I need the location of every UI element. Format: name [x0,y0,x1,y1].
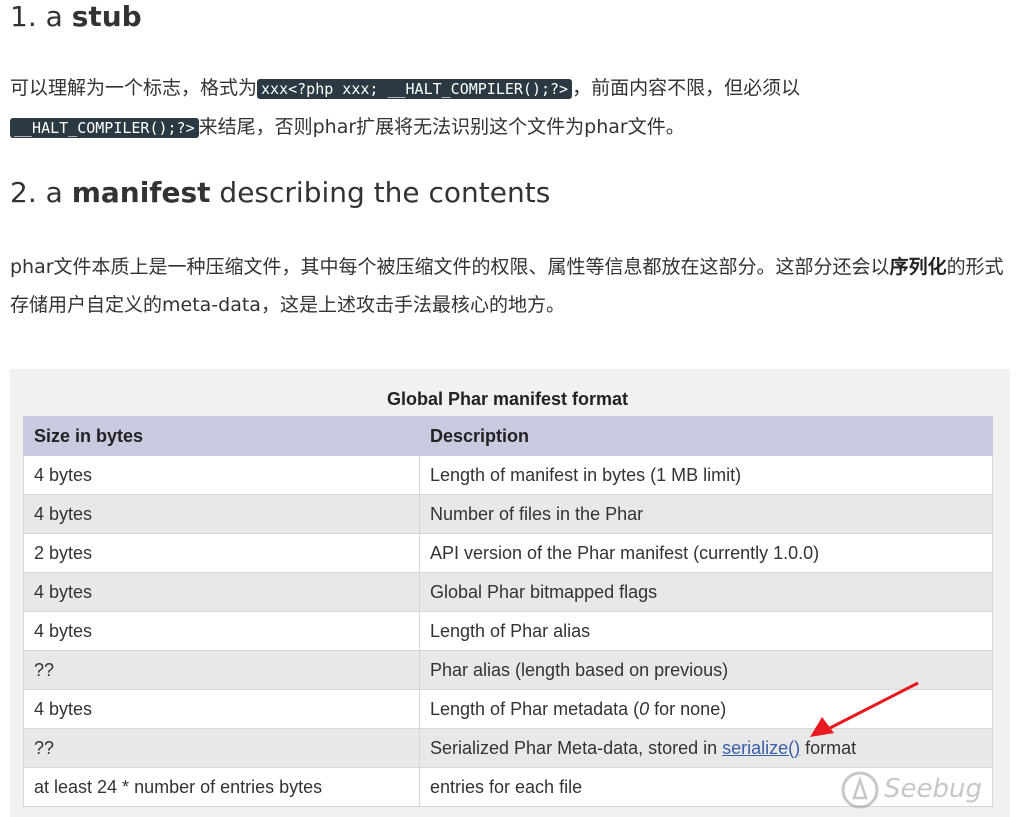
table-row: 4 bytes Length of manifest in bytes (1 M… [23,455,993,495]
italic-text: 0 [639,698,650,719]
heading-number: 2. a [10,176,72,209]
inline-code: __HALT_COMPILER();?> [10,118,199,138]
cell-description: API version of the Phar manifest (curren… [419,533,993,573]
cell-size: 4 bytes [23,611,420,651]
manifest-table: Size in bytes Description 4 bytes Length… [23,416,993,807]
table-row: 2 bytes API version of the Phar manifest… [23,533,993,573]
cell-description: Length of manifest in bytes (1 MB limit) [419,455,993,495]
text: 来结尾，否则phar扩展将无法识别这个文件为phar文件。 [198,116,685,138]
column-header-description: Description [419,416,993,456]
arrow-shaft [827,681,919,731]
stub-paragraph: 可以理解为一个标志，格式为 xxx<?php xxx; __HALT_COMPIL… [10,69,1020,147]
cell-description: Number of files in the Phar [419,494,993,534]
cell-size: ?? [23,650,420,690]
heading-keyword: manifest [71,176,211,209]
text: phar文件本质上是一种压缩文件，其中每个被压缩文件的权限、属性等信息都放在这部… [10,256,890,278]
manifest-figure: Global Phar manifest format Size in byte… [10,369,1010,817]
text: Serialized Phar Meta-data, stored in [430,737,723,758]
heading-stub: 1. a stub [10,0,142,33]
table-caption: Global Phar manifest format [386,389,629,409]
cell-size: 2 bytes [23,533,420,573]
red-arrow-annotation [810,681,919,737]
table-header-row: Size in bytes Description [23,416,993,456]
inline-code: xxx<?php xxx; __HALT_COMPILER();?> [257,79,573,99]
seebug-logo-icon [841,771,879,809]
column-header-size: Size in bytes [23,416,420,456]
cell-size: 4 bytes [23,572,420,612]
table-row: 4 bytes Global Phar bitmapped flags [23,572,993,612]
table-row: 4 bytes Length of Phar alias [23,611,993,651]
bold-text: 序列化 [889,256,947,278]
table-row: 4 bytes Number of files in the Phar [23,494,993,534]
serialize-link[interactable]: serialize() [722,738,800,758]
cell-size: at least 24 * number of entries bytes [23,767,420,807]
cell-size: ?? [23,728,420,768]
heading-manifest: 2. a manifest describing the contents [10,176,550,209]
cell-description: Global Phar bitmapped flags [419,572,993,612]
text: for none) [649,698,727,719]
manifest-paragraph: phar文件本质上是一种压缩文件，其中每个被压缩文件的权限、属性等信息都放在这部… [10,248,1020,324]
heading-rest: describing the contents [210,176,551,209]
watermark-text: Seebug [884,774,982,804]
cell-size: 4 bytes [23,494,420,534]
text: ，前面内容不限，但必须以 [572,77,801,99]
heading-number: 1. a [10,0,72,33]
text: 可以理解为一个标志，格式为 [10,77,258,99]
heading-keyword: stub [71,0,142,33]
cell-description: Length of Phar alias [419,611,993,651]
text: Length of Phar metadata ( [430,698,640,719]
cell-size: 4 bytes [23,455,420,495]
seebug-watermark: Seebug [840,768,990,812]
cell-size: 4 bytes [23,689,420,729]
